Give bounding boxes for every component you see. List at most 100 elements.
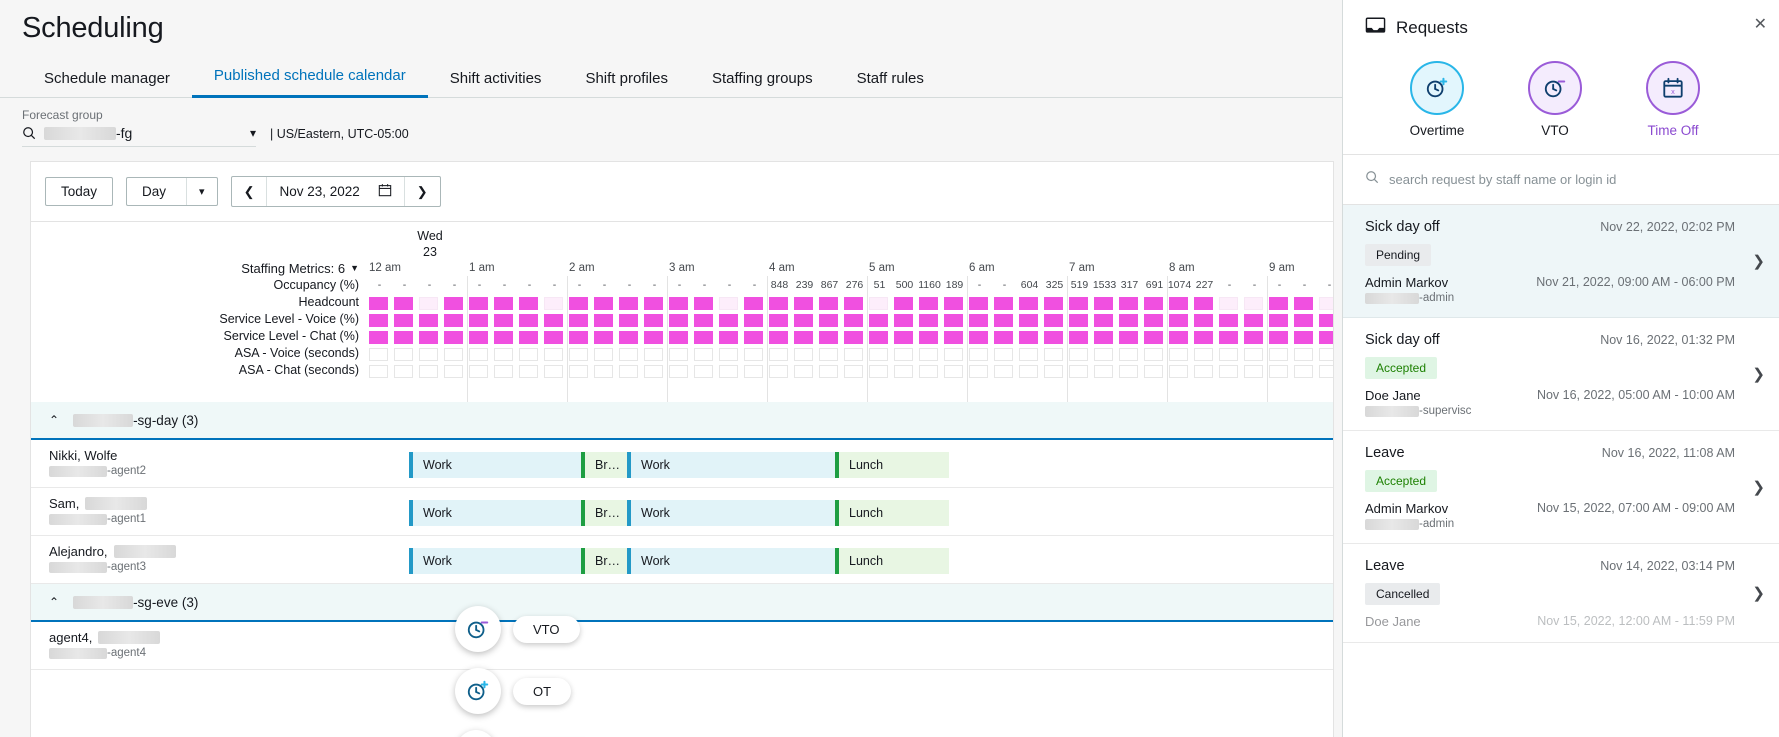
fab-menu: VTO OT xTime off <box>455 606 595 737</box>
fab-item-label[interactable]: VTO <box>513 616 580 643</box>
close-panel-button[interactable]: ✕ <box>1754 14 1767 34</box>
fab-item-ot[interactable]: OT <box>455 668 595 714</box>
agent-row[interactable]: agent4,-agent4 <box>31 622 1333 670</box>
request-type-time-off[interactable]: xTime Off <box>1635 61 1711 138</box>
shift-segment[interactable]: Lunch <box>835 548 949 574</box>
chevron-down-icon[interactable]: ▾ <box>186 178 217 205</box>
shift-segment[interactable]: Br… <box>581 452 627 478</box>
metric-cell <box>519 348 538 361</box>
shift-segment-label: Work <box>423 554 452 568</box>
staffing-group-row[interactable]: ⌃ -sg-day (3) <box>31 402 1333 440</box>
agent-row[interactable]: Alejandro,-agent3WorkBr…WorkLunch <box>31 536 1333 584</box>
occupancy-cell: - <box>567 279 592 291</box>
occupancy-cell: - <box>542 279 567 291</box>
calendar-icon[interactable] <box>378 183 392 200</box>
metric-cell <box>1069 297 1088 310</box>
shift-segment-label: Work <box>641 458 670 472</box>
hour-tick: 4 am <box>769 262 795 274</box>
forecast-group-select[interactable]: -fg ▾ <box>22 125 256 147</box>
view-select[interactable]: Day ▾ <box>126 177 218 206</box>
tab-staffing-groups[interactable]: Staffing groups <box>690 59 835 98</box>
metric-cell <box>1319 314 1334 327</box>
tab-shift-activities[interactable]: Shift activities <box>428 59 564 98</box>
request-item[interactable]: LeaveNov 14, 2022, 03:14 PMCancelledDoe … <box>1343 544 1779 643</box>
occupancy-cell: 867 <box>817 279 842 291</box>
clock-minus-icon[interactable] <box>455 606 501 652</box>
shift-segment[interactable]: Work <box>627 452 835 478</box>
chevron-right-icon[interactable]: ❯ <box>1752 365 1765 383</box>
metric-cell <box>969 314 988 327</box>
tab-shift-profiles[interactable]: Shift profiles <box>563 59 690 98</box>
shift-segment[interactable]: Lunch <box>835 500 949 526</box>
metric-cell <box>519 314 538 327</box>
shift-segment[interactable]: Br… <box>581 500 627 526</box>
fab-item-vto[interactable]: VTO <box>455 606 595 652</box>
chevron-right-icon[interactable]: ❯ <box>1752 478 1765 496</box>
metric-cell <box>419 331 438 344</box>
request-header: Sick day offNov 22, 2022, 02:02 PM <box>1365 219 1761 235</box>
date-display[interactable]: Nov 23, 2022 <box>266 177 404 206</box>
shift-segment[interactable]: Work <box>409 548 581 574</box>
metric-cell <box>1169 365 1188 378</box>
shift-lane: WorkBr…WorkLunch <box>31 488 1333 536</box>
request-header: LeaveNov 16, 2022, 11:08 AM <box>1365 445 1761 461</box>
shift-segment[interactable]: Work <box>409 452 581 478</box>
metric-cell <box>1144 314 1163 327</box>
metric-cell <box>1119 297 1138 310</box>
chevron-up-icon[interactable]: ⌃ <box>49 413 59 427</box>
metric-cell <box>1119 331 1138 344</box>
shift-segment[interactable]: Work <box>409 500 581 526</box>
agent-row[interactable]: Nikki, Wolfe-agent2WorkBr…WorkLunch <box>31 440 1333 488</box>
agent-row[interactable]: Sam,-agent1WorkBr…WorkLunch <box>31 488 1333 536</box>
metric-cell <box>719 314 738 327</box>
calendar-x-icon[interactable]: x <box>455 730 497 737</box>
metric-cell <box>694 331 713 344</box>
shift-segment[interactable]: Work <box>627 500 835 526</box>
request-type-overtime[interactable]: Overtime <box>1399 61 1475 138</box>
metric-cell <box>919 314 938 327</box>
metric-cell <box>1019 314 1038 327</box>
prev-day-button[interactable]: ❮ <box>232 177 267 206</box>
shift-segment[interactable]: Work <box>627 548 835 574</box>
requests-panel-header: Requests <box>1343 0 1779 53</box>
request-item[interactable]: Sick day offNov 16, 2022, 01:32 PMAccept… <box>1343 318 1779 431</box>
metric-cell <box>1144 365 1163 378</box>
fab-item-label[interactable]: OT <box>513 678 571 705</box>
staffing-group-row[interactable]: ⌃-sg-eve (3) <box>31 584 1333 622</box>
request-search[interactable]: search request by staff name or login id <box>1343 155 1779 205</box>
group-name-wrap: -sg-day (3) <box>73 413 198 428</box>
clock-plus-icon[interactable] <box>455 668 501 714</box>
fab-item-time-off[interactable]: xTime off <box>455 730 595 737</box>
metric-cell <box>619 365 638 378</box>
metric-cell <box>969 348 988 361</box>
chevron-down-icon[interactable]: ▾ <box>250 126 256 140</box>
tab-schedule-manager[interactable]: Schedule manager <box>22 59 192 98</box>
chevron-up-icon[interactable]: ⌃ <box>49 595 59 609</box>
shift-segment[interactable]: Lunch <box>835 452 949 478</box>
metric-cell <box>1219 365 1238 378</box>
next-day-button[interactable]: ❯ <box>405 177 440 206</box>
shift-segment-label: Lunch <box>849 458 883 472</box>
metric-cell <box>1144 331 1163 344</box>
request-item[interactable]: Sick day offNov 22, 2022, 02:02 PMPendin… <box>1343 205 1779 318</box>
today-button[interactable]: Today <box>45 177 113 206</box>
chevron-right-icon[interactable]: ❯ <box>1752 584 1765 602</box>
metric-cell <box>1169 348 1188 361</box>
shift-segment-label: Work <box>641 506 670 520</box>
shift-segment[interactable]: Br… <box>581 548 627 574</box>
timezone-label: | US/Eastern, UTC-05:00 <box>270 127 409 145</box>
redacted-text <box>1365 293 1419 304</box>
metric-cell <box>994 348 1013 361</box>
occupancy-cell: 51 <box>867 279 892 291</box>
chevron-right-icon[interactable]: ❯ <box>1752 252 1765 270</box>
occupancy-cell: - <box>417 279 442 291</box>
search-icon <box>1365 170 1379 189</box>
staffing-metrics-toggle[interactable]: Staffing Metrics: 6▼ <box>31 260 367 277</box>
metric-cell <box>719 365 738 378</box>
occupancy-cell: 1533 <box>1092 279 1117 291</box>
request-type-vto[interactable]: VTO <box>1517 61 1593 138</box>
metric-cell <box>1044 365 1063 378</box>
tab-staff-rules[interactable]: Staff rules <box>835 59 946 98</box>
tab-published-schedule-calendar[interactable]: Published schedule calendar <box>192 56 428 98</box>
request-item[interactable]: LeaveNov 16, 2022, 11:08 AMAcceptedAdmin… <box>1343 431 1779 544</box>
